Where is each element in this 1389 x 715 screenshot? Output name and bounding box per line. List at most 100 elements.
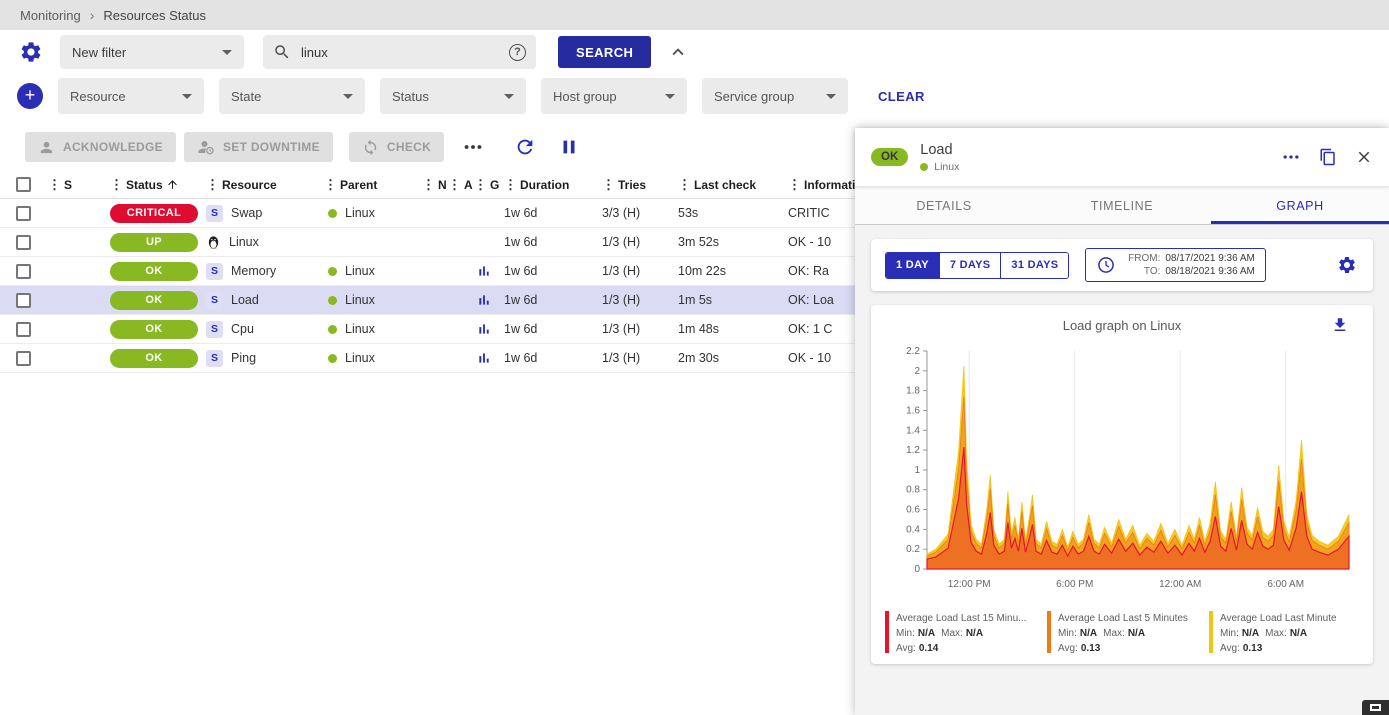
drag-handle-icon[interactable]: ⋮	[678, 177, 691, 193]
panel-more-button[interactable]	[1281, 147, 1301, 167]
column-header-information[interactable]: ⋮Information	[788, 177, 855, 193]
parent-name[interactable]: Linux	[345, 351, 375, 365]
refresh-icon	[514, 136, 536, 158]
service-group-filter-select[interactable]: Service group	[702, 78, 848, 114]
tab-graph[interactable]: GRAPH	[1211, 186, 1389, 224]
drag-handle-icon[interactable]: ⋮	[48, 177, 61, 193]
legend-item-load1[interactable]: Average Load Last Minute Min:N/AMax:N/A …	[1209, 611, 1359, 656]
table-row[interactable]: OK SCpu Linux 1w 6d 1/3 (H) 1m 48s OK: 1…	[0, 315, 855, 344]
drag-handle-icon[interactable]: ⋮	[504, 177, 517, 193]
parent-name[interactable]: Linux	[345, 264, 375, 278]
column-header-action[interactable]: ⋮A	[448, 177, 474, 193]
close-panel-button[interactable]	[1355, 148, 1373, 166]
host-group-filter-select[interactable]: Host group	[541, 78, 687, 114]
resource-name[interactable]: Memory	[231, 264, 276, 278]
row-checkbox[interactable]	[16, 235, 31, 250]
resource-name[interactable]: Cpu	[231, 322, 254, 336]
table-row[interactable]: UP Linux 1w 6d 1/3 (H) 3m 52s OK - 10	[0, 228, 855, 257]
custom-time-range[interactable]: FROM:08/17/2021 9:36 AM TO:08/18/2021 9:…	[1085, 248, 1266, 282]
parent-name[interactable]: Linux	[345, 206, 375, 220]
breadcrumb-item-resources-status[interactable]: Resources Status	[103, 8, 206, 23]
saved-filter-select[interactable]: New filter	[60, 35, 244, 69]
legend-item-load15[interactable]: Average Load Last 15 Minu... Min:N/AMax:…	[885, 611, 1035, 656]
status-up-dot	[328, 296, 337, 305]
row-checkbox[interactable]	[16, 293, 31, 308]
drag-handle-icon[interactable]: ⋮	[788, 177, 801, 193]
svg-text:1.8: 1.8	[906, 386, 920, 397]
search-input[interactable]	[299, 44, 509, 61]
drag-handle-icon[interactable]: ⋮	[110, 177, 123, 193]
table-row[interactable]: OK SPing Linux 1w 6d 1/3 (H) 2m 30s OK -…	[0, 344, 855, 373]
graph-settings-button[interactable]	[1335, 253, 1359, 277]
search-box[interactable]: ?	[263, 35, 536, 69]
panel-parent: Linux	[934, 161, 959, 173]
add-criteria-button[interactable]: +	[17, 83, 43, 109]
drag-handle-icon[interactable]: ⋮	[422, 177, 435, 193]
column-header-duration[interactable]: ⋮Duration	[504, 177, 602, 193]
search-button[interactable]: SEARCH	[558, 36, 651, 68]
column-header-notes[interactable]: ⋮N	[422, 177, 448, 193]
resource-filter-select[interactable]: Resource	[58, 78, 204, 114]
row-checkbox[interactable]	[16, 351, 31, 366]
select-all-checkbox[interactable]	[16, 177, 31, 192]
column-header-parent[interactable]: ⋮Parent	[324, 177, 422, 193]
corner-widget[interactable]	[1362, 700, 1389, 715]
column-header-last-check[interactable]: ⋮Last check	[678, 177, 788, 193]
tries-cell: 3/3 (H)	[602, 206, 678, 220]
svg-text:1.4: 1.4	[906, 425, 920, 436]
graph-icon[interactable]	[476, 263, 492, 279]
drag-handle-icon[interactable]: ⋮	[474, 177, 487, 193]
drag-handle-icon[interactable]: ⋮	[206, 177, 219, 193]
help-icon[interactable]: ?	[509, 44, 526, 61]
row-checkbox[interactable]	[16, 264, 31, 279]
column-header-graph[interactable]: ⋮G	[474, 177, 504, 193]
close-icon	[1355, 148, 1373, 166]
acknowledge-button[interactable]: ACKNOWLEDGE	[25, 132, 176, 162]
parent-name[interactable]: Linux	[345, 293, 375, 307]
resource-name[interactable]: Linux	[229, 235, 259, 249]
state-filter-select[interactable]: State	[219, 78, 365, 114]
period-7days-button[interactable]: 7 DAYS	[939, 253, 1001, 278]
refresh-button[interactable]	[510, 132, 540, 162]
load-graph[interactable]: 12:00 PM6:00 PM12:00 AM6:00 AM00.20.40.6…	[887, 341, 1357, 603]
graph-icon[interactable]	[476, 292, 492, 308]
drag-handle-icon[interactable]: ⋮	[324, 177, 337, 193]
drag-handle-icon[interactable]: ⋮	[602, 177, 615, 193]
table-row[interactable]: CRITICAL SSwap Linux 1w 6d 3/3 (H) 53s C…	[0, 199, 855, 228]
copy-link-button[interactable]	[1319, 148, 1337, 166]
table-row[interactable]: OK SMemory Linux 1w 6d 1/3 (H) 10m 22s O…	[0, 257, 855, 286]
svg-text:0.4: 0.4	[906, 524, 920, 535]
graph-icon[interactable]	[476, 321, 492, 337]
more-actions-button[interactable]	[458, 132, 488, 162]
parent-name[interactable]: Linux	[345, 322, 375, 336]
tab-timeline[interactable]: TIMELINE	[1033, 186, 1211, 224]
resource-name[interactable]: Ping	[231, 351, 256, 365]
pause-button[interactable]	[554, 132, 584, 162]
column-header-tries[interactable]: ⋮Tries	[602, 177, 678, 193]
graph-icon[interactable]	[476, 350, 492, 366]
service-icon: S	[206, 350, 223, 367]
period-31days-button[interactable]: 31 DAYS	[1000, 253, 1068, 278]
clear-filters-button[interactable]: CLEAR	[872, 88, 931, 105]
export-graph-button[interactable]	[1325, 315, 1355, 335]
collapse-filters-button[interactable]	[665, 39, 691, 65]
resource-name[interactable]: Load	[231, 293, 259, 307]
table-row-selected[interactable]: OK SLoad Linux 1w 6d 1/3 (H) 1m 5s OK: L…	[0, 286, 855, 315]
set-downtime-button[interactable]: SET DOWNTIME	[184, 132, 333, 162]
legend-item-load5[interactable]: Average Load Last 5 Minutes Min:N/AMax:N…	[1047, 611, 1197, 656]
row-checkbox[interactable]	[16, 322, 31, 337]
column-header-resource[interactable]: ⋮Resource	[206, 177, 324, 193]
filter-settings-button[interactable]	[17, 38, 45, 66]
column-header-status[interactable]: ⋮Status	[98, 177, 206, 193]
drag-handle-icon[interactable]: ⋮	[448, 177, 461, 193]
period-1day-button[interactable]: 1 DAY	[886, 253, 939, 278]
row-checkbox[interactable]	[16, 206, 31, 221]
svg-text:6:00 PM: 6:00 PM	[1056, 579, 1093, 590]
breadcrumb-item-monitoring[interactable]: Monitoring	[20, 8, 81, 23]
column-header-severity[interactable]: ⋮S	[48, 177, 98, 193]
breadcrumb: Monitoring › Resources Status	[0, 0, 1389, 30]
resource-name[interactable]: Swap	[231, 206, 262, 220]
status-filter-select[interactable]: Status	[380, 78, 526, 114]
tab-details[interactable]: DETAILS	[855, 186, 1033, 224]
check-button[interactable]: CHECK	[349, 132, 444, 162]
